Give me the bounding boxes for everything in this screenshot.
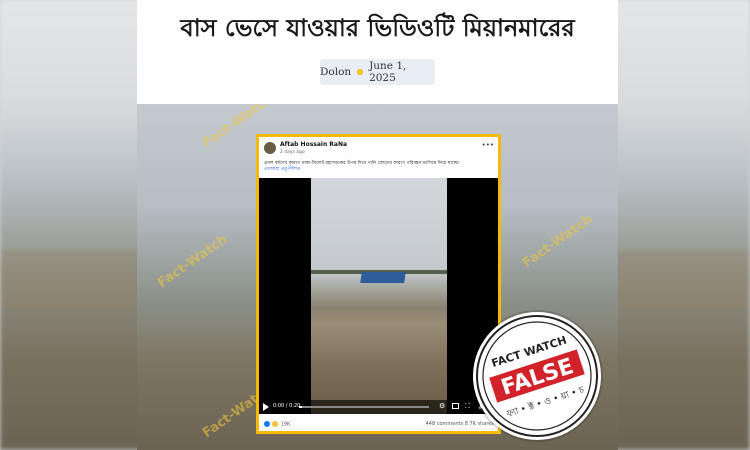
post-time: 2 days ago [280, 150, 305, 155]
comment-count: 448 comments [425, 421, 464, 427]
post-header: Aftab Hossain RaNa 2 days ago ••• [264, 141, 494, 161]
post-text: প্রবল বর্ষণের কারণে ঢাকা-সিলেট মহাসড়কের… [264, 161, 494, 173]
reaction-count: 19K [280, 421, 291, 427]
settings-icon: ⚙ [439, 402, 446, 410]
watermark: Fact-Watch [520, 211, 596, 272]
play-icon [263, 403, 269, 411]
more-icon: ••• [481, 141, 494, 149]
like-reaction-icon [264, 420, 270, 427]
article-header: বাস ভেসে যাওয়ার ভিডিওটি মিয়ানমারের Dol… [137, 0, 618, 104]
video-time: 0:00 / 0:20 [273, 403, 301, 409]
publish-date: June 1, 2025 [369, 60, 407, 84]
avatar [264, 142, 276, 154]
reaction-summary: 19K [264, 420, 291, 427]
post-see-more: এমআরা প্রতুপীলিত [264, 167, 301, 172]
bus [360, 272, 406, 283]
post-author: Aftab Hossain RaNa [280, 141, 348, 148]
video-controls: 0:00 / 0:20 ⚙ ⛶ 🔊 [259, 400, 498, 414]
article-title: বাস ভেসে যাওয়ার ভিডিওটি মিয়ানমারের [180, 14, 575, 42]
haha-reaction-icon [272, 420, 278, 427]
watermark: Fact-Watch [155, 231, 231, 292]
fullscreen-icon: ⛶ [465, 402, 470, 410]
video-progress [299, 406, 429, 408]
stamp-graphic: FALSE FACT WATCH ফ্যা • ক্ট • ও • য়া • … [476, 315, 598, 437]
article-meta: Dolon June 1, 2025 [320, 59, 435, 85]
facebook-post-screenshot: Aftab Hossain RaNa 2 days ago ••• প্রবল … [256, 134, 501, 434]
false-verdict-stamp: FALSE FACT WATCH ফ্যা • ক্ট • ও • য়া • … [473, 312, 601, 440]
post-body: প্রবল বর্ষণের কারণে ঢাকা-সিলেট মহাসড়কের… [264, 161, 460, 166]
pip-icon [452, 403, 459, 409]
video-frame [311, 178, 447, 414]
meta-separator-dot [357, 69, 364, 75]
author-name[interactable]: Dolon [320, 66, 351, 78]
video-player: 0:00 / 0:20 ⚙ ⛶ 🔊 [259, 178, 498, 414]
